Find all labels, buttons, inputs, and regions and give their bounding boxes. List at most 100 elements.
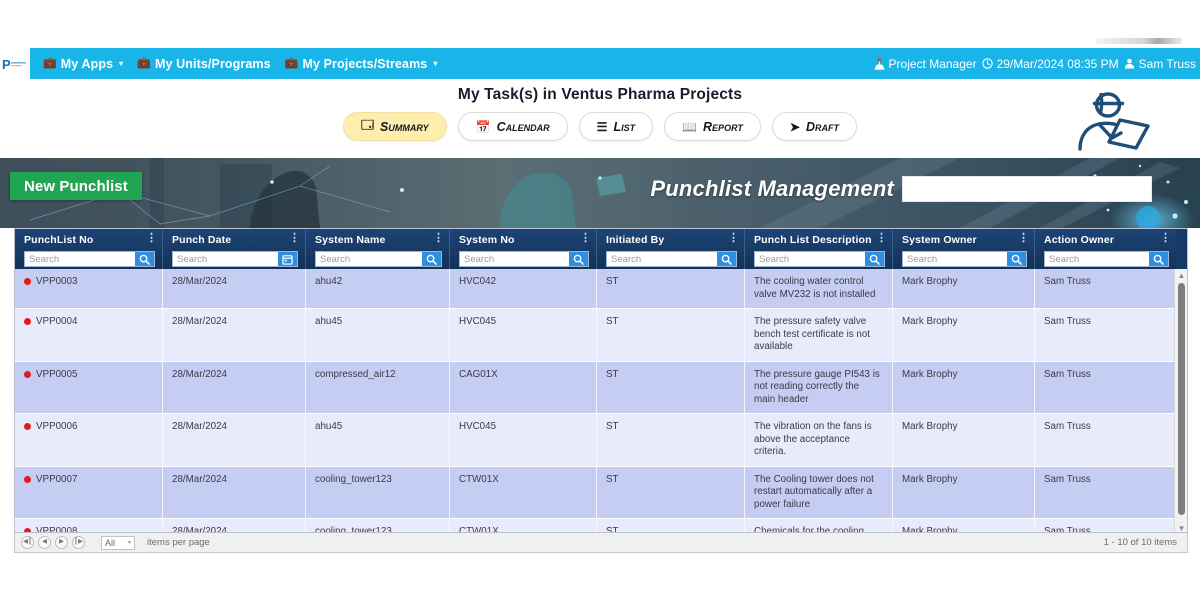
last-page-button[interactable]: ┃▶ bbox=[72, 536, 85, 549]
cell-system_name: ahu45 bbox=[306, 309, 450, 361]
tab-summary[interactable]: 🗔 Summary bbox=[343, 112, 447, 141]
column-search-input-punchlist_no[interactable] bbox=[25, 252, 135, 266]
column-search-system_owner[interactable] bbox=[902, 251, 1027, 267]
search-icon[interactable] bbox=[865, 252, 884, 266]
cell-punchlist_no-text: VPP0007 bbox=[36, 473, 78, 485]
table-row[interactable]: VPP0007 28/Mar/2024 cooling_tower123 CTW01X… bbox=[15, 466, 1187, 519]
tab-report[interactable]: 📖 Report bbox=[664, 112, 761, 141]
cell-system_owner: Mark Brophy bbox=[893, 361, 1035, 413]
column-search-system_no[interactable] bbox=[459, 251, 589, 267]
cell-system_name: compressed_air12 bbox=[306, 361, 450, 413]
tab-summary-label: Summary bbox=[380, 119, 429, 134]
column-search-input-punch_date[interactable] bbox=[173, 252, 278, 266]
nav-item-my-apps[interactable]: 💼 My Apps ▾ bbox=[36, 57, 130, 71]
brand-logo-icon[interactable]: P bbox=[0, 48, 30, 79]
tab-calendar[interactable]: 📅 Calendar bbox=[457, 112, 568, 141]
column-search-input-system_name[interactable] bbox=[316, 252, 422, 266]
nav-item-my-units-programs[interactable]: 💼 My Units/Programs bbox=[130, 57, 277, 71]
search-icon[interactable] bbox=[569, 252, 588, 266]
column-search-input-system_owner[interactable] bbox=[903, 252, 1007, 266]
search-icon[interactable] bbox=[422, 252, 441, 266]
cell-punchlist_no-text: VPP0004 bbox=[36, 316, 78, 327]
column-search-input-system_no[interactable] bbox=[460, 252, 569, 266]
column-search-input-action_owner[interactable] bbox=[1045, 252, 1149, 266]
column-menu-icon[interactable]: ⋮ bbox=[433, 233, 444, 244]
nav-item-my-projects-streams[interactable]: 💼 My Projects/Streams ▾ bbox=[278, 57, 445, 71]
grid-header-system_no[interactable]: System No ⋮ bbox=[450, 229, 597, 269]
search-icon[interactable] bbox=[717, 252, 736, 266]
role-label: Project Manager bbox=[888, 56, 977, 71]
first-page-button[interactable]: ◀┃ bbox=[21, 536, 34, 549]
column-menu-icon[interactable]: ⋮ bbox=[146, 233, 157, 244]
column-search-punchlist_no[interactable] bbox=[24, 251, 155, 267]
grid-header-description[interactable]: Punch List Description ⋮ bbox=[745, 229, 893, 269]
tab-draft[interactable]: ➤ Draft bbox=[771, 112, 857, 141]
scroll-up-icon[interactable]: ▲ bbox=[1175, 269, 1187, 281]
scrollbar-thumb[interactable] bbox=[1178, 283, 1185, 515]
column-search-description[interactable] bbox=[754, 251, 885, 267]
grid-header-initiated_by[interactable]: Initiated By ⋮ bbox=[597, 229, 745, 269]
banner-search-input[interactable] bbox=[902, 176, 1152, 202]
column-menu-icon[interactable]: ⋮ bbox=[876, 233, 887, 244]
cell-initiated_by: ST bbox=[597, 269, 745, 308]
page-header: My Task(s) in Ventus Pharma Projects 🗔 S… bbox=[0, 79, 1200, 158]
user-chunk[interactable]: Sam Truss bbox=[1124, 57, 1196, 71]
grid-header-action_owner[interactable]: Action Owner ⋮ bbox=[1035, 229, 1176, 269]
punchlist-grid: PunchList No⋮Punch Date⋮System Name⋮Syst… bbox=[14, 228, 1188, 533]
cell-initiated_by: ST bbox=[597, 519, 745, 532]
page-size-select[interactable]: All ▾ bbox=[101, 535, 135, 550]
cell-system_no: CTW01X bbox=[450, 519, 597, 532]
search-icon[interactable] bbox=[135, 252, 154, 266]
cell-action_owner: Sam Truss bbox=[1044, 473, 1091, 485]
scroll-down-icon[interactable]: ▼ bbox=[1175, 522, 1187, 533]
role-chunk[interactable]: Project Manager bbox=[874, 57, 977, 71]
column-menu-icon[interactable]: ⋮ bbox=[1160, 233, 1171, 244]
tab-list[interactable]: ☰ List bbox=[578, 112, 654, 141]
column-search-punch_date[interactable] bbox=[172, 251, 298, 267]
grid-header-system_owner[interactable]: System Owner ⋮ bbox=[893, 229, 1035, 269]
column-search-system_name[interactable] bbox=[315, 251, 442, 267]
table-row[interactable]: VPP0003 28/Mar/2024 ahu42 HVC042 ST The cooli… bbox=[15, 269, 1187, 309]
banner-title: Punchlist Management bbox=[650, 176, 894, 201]
grid-header-punchlist_no-label: PunchList No bbox=[24, 234, 94, 246]
grid-header-description-label: Punch List Description bbox=[754, 234, 872, 246]
cell-system_name: ahu42 bbox=[306, 269, 450, 308]
calendar-icon[interactable] bbox=[278, 252, 297, 266]
column-menu-icon[interactable]: ⋮ bbox=[580, 233, 591, 244]
search-icon[interactable] bbox=[1149, 252, 1168, 266]
tab-report-label: Report bbox=[703, 119, 743, 134]
datetime-chunk: 29/Mar/2024 08:35 PM bbox=[981, 57, 1119, 71]
status-dot-icon bbox=[24, 370, 31, 378]
cell-punchlist_no: VPP0007 bbox=[15, 466, 163, 518]
column-search-input-description[interactable] bbox=[755, 252, 865, 266]
cell-punchlist_no-text: VPP0008 bbox=[36, 526, 78, 533]
cell-system_no: HVC042 bbox=[450, 269, 597, 308]
grid-pager: ◀┃ ◀ ▶ ┃▶ All ▾ items per page 1 - 10 of… bbox=[14, 533, 1188, 553]
next-page-button[interactable]: ▶ bbox=[55, 536, 68, 549]
column-menu-icon[interactable]: ⋮ bbox=[728, 233, 739, 244]
nav-item-my-apps-label: My Apps bbox=[60, 56, 114, 71]
grid-header-punch_date[interactable]: Punch Date ⋮ bbox=[163, 229, 306, 269]
grid-header-punchlist_no[interactable]: PunchList No ⋮ bbox=[15, 229, 163, 269]
page-size-value: All bbox=[105, 537, 116, 548]
column-search-input-initiated_by[interactable] bbox=[607, 252, 717, 266]
cell-system_no: HVC045 bbox=[450, 414, 597, 466]
column-menu-icon[interactable]: ⋮ bbox=[1018, 233, 1029, 244]
nav-status-area: Project Manager 29/Mar/2024 08:35 PM Sam… bbox=[874, 57, 1200, 71]
table-row[interactable]: VPP0005 28/Mar/2024 compressed_air12 CAG01X… bbox=[15, 361, 1187, 414]
column-menu-icon[interactable]: ⋮ bbox=[289, 233, 300, 244]
cell-initiated_by: ST bbox=[597, 309, 745, 361]
grid-vertical-scrollbar[interactable]: ▲ ▼ bbox=[1174, 269, 1187, 533]
summary-icon: 🗔 bbox=[361, 118, 375, 132]
prev-page-button[interactable]: ◀ bbox=[38, 536, 51, 549]
table-row[interactable]: VPP0006 28/Mar/2024 ahu45 HVC045 ST The vibra… bbox=[15, 414, 1187, 467]
cell-description: The cooling water control valve MV232 is… bbox=[745, 269, 893, 308]
grid-header-system_name[interactable]: System Name ⋮ bbox=[306, 229, 450, 269]
table-row[interactable]: VPP0008 28/Mar/2024 cooling_tower123 CTW01X… bbox=[15, 519, 1187, 533]
cell-punch_date: 28/Mar/2024 bbox=[163, 361, 306, 413]
column-search-action_owner[interactable] bbox=[1044, 251, 1169, 267]
new-punchlist-button[interactable]: New Punchlist bbox=[10, 172, 142, 200]
search-icon[interactable] bbox=[1007, 252, 1026, 266]
table-row[interactable]: VPP0004 28/Mar/2024 ahu45 HVC045 ST The press… bbox=[15, 309, 1187, 362]
column-search-initiated_by[interactable] bbox=[606, 251, 737, 267]
